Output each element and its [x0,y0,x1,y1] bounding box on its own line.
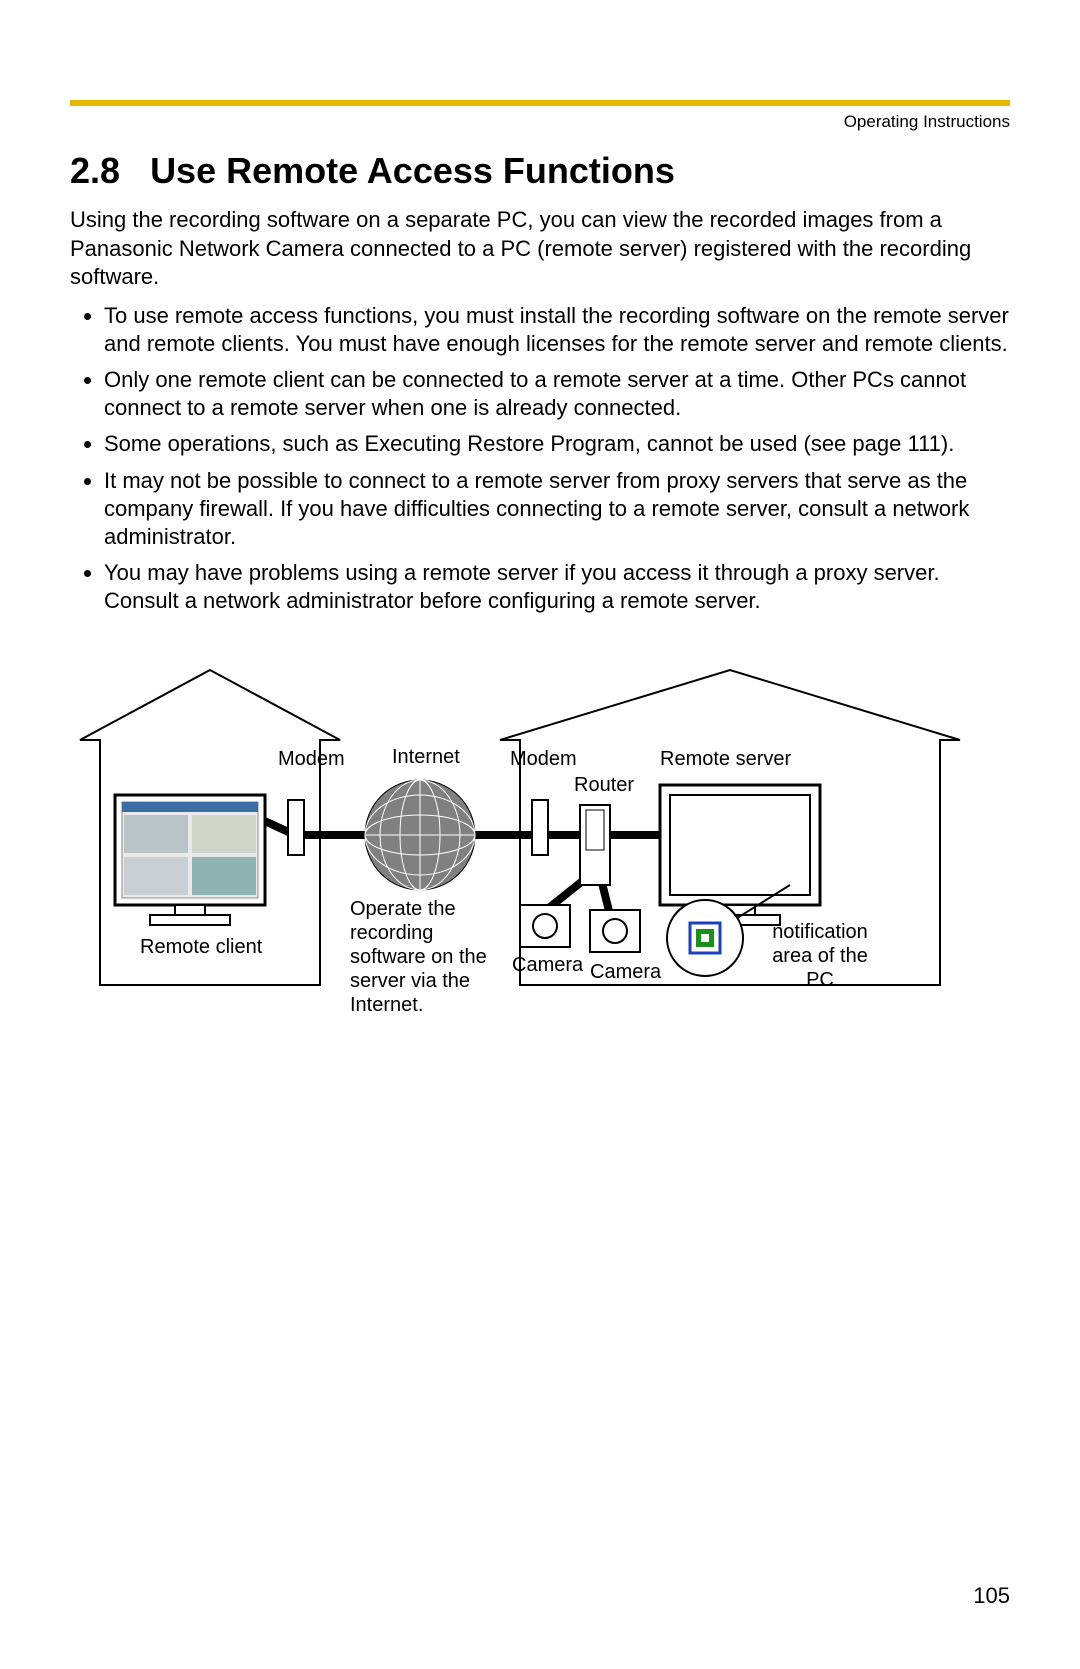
modem-right-icon [532,800,548,855]
label-remote-server: Remote server [660,747,791,771]
camera-icon [590,910,640,952]
label-operate-note: Operate the recording software on the se… [350,897,495,1017]
bullet-item: Only one remote client can be connected … [104,366,1010,422]
bullet-item: Some operations, such as Executing Resto… [104,430,1010,458]
page: Operating Instructions 2.8 Use Remote Ac… [0,0,1080,1669]
bullet-item: To use remote access functions, you must… [104,302,1010,358]
section-title-text: Use Remote Access Functions [150,150,675,191]
label-internet: Internet [392,745,460,769]
router-icon [580,805,610,885]
running-header: Operating Instructions [844,112,1010,132]
label-remote-client: Remote client [140,935,262,959]
intro-paragraph: Using the recording software on a separa… [70,206,1010,292]
label-notification: notification area of the PC [760,920,880,992]
label-modem-left: Modem [278,747,345,771]
server-monitor-icon [660,785,820,925]
label-router: Router [574,773,634,797]
camera-icon [520,905,570,947]
label-modem-right: Modem [510,747,577,771]
network-diagram: Modem Internet Modem Remote server Route… [70,655,1010,1015]
client-monitor-icon [115,795,265,925]
section-number: 2.8 [70,150,120,191]
label-camera-1: Camera [512,953,583,977]
page-number: 105 [973,1583,1010,1609]
section-heading: 2.8 Use Remote Access Functions [70,150,1010,192]
modem-left-icon [288,800,304,855]
top-rule [70,100,1010,106]
globe-icon [365,780,475,890]
bullet-item: You may have problems using a remote ser… [104,559,1010,615]
bullet-list: To use remote access functions, you must… [80,302,1010,616]
label-camera-2: Camera [590,960,661,984]
bullet-item: It may not be possible to connect to a r… [104,467,1010,551]
